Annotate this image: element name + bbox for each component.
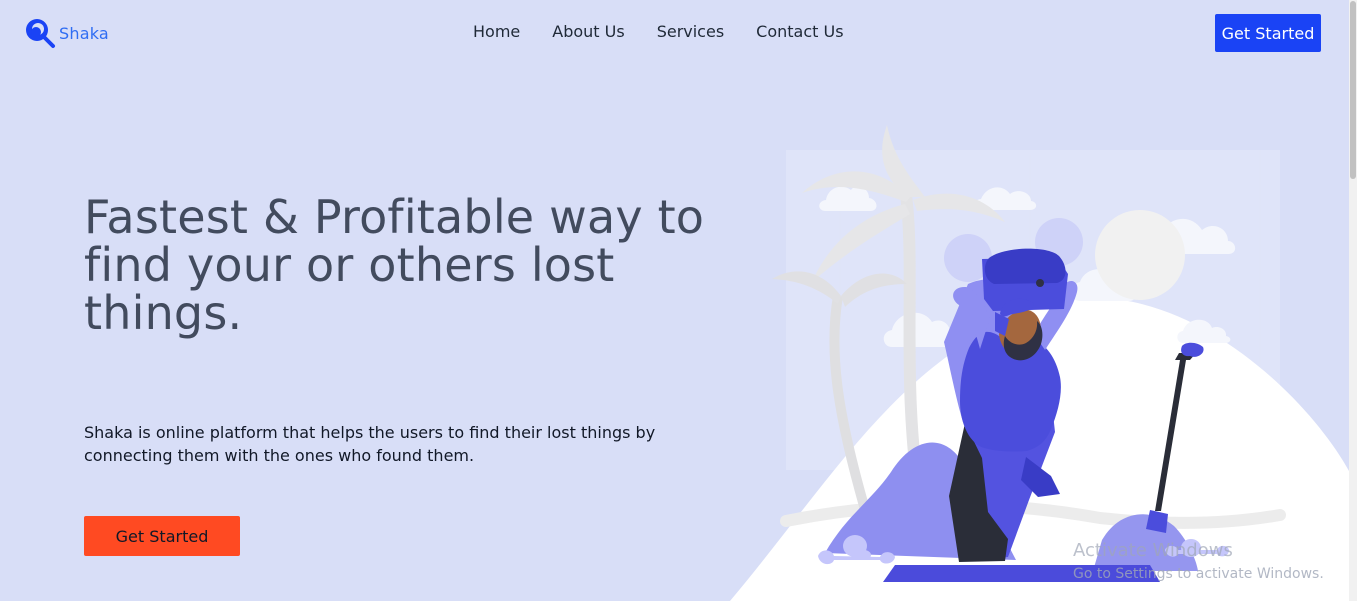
brand-name: Shaka xyxy=(59,23,109,43)
menu-item-services: Services xyxy=(657,22,724,42)
windows-activation-watermark: Activate Windows Go to Settings to activ… xyxy=(1073,541,1324,583)
search-magnifier-icon xyxy=(26,19,55,48)
header-get-started-button[interactable]: Get Started xyxy=(1215,14,1321,52)
treasure-hunter-illustration xyxy=(730,125,1349,601)
hero-title: Fastest & Profitable way to find your or… xyxy=(84,190,705,340)
main-menu: Home About Us Services Contact Us xyxy=(473,22,844,42)
hero-get-started-button[interactable]: Get Started xyxy=(84,516,240,556)
hero-description: Shaka is online platform that helps the … xyxy=(84,423,656,465)
nav-link-contact-us[interactable]: Contact Us xyxy=(756,22,843,42)
nav-link-about-us[interactable]: About Us xyxy=(552,22,624,42)
watermark-title: Activate Windows xyxy=(1073,540,1233,561)
vertical-scrollbar[interactable] xyxy=(1349,0,1357,601)
menu-item-about-us: About Us xyxy=(552,22,624,42)
menu-item-home: Home xyxy=(473,22,520,42)
nav-link-services[interactable]: Services xyxy=(657,22,724,42)
nav-link-home[interactable]: Home xyxy=(473,22,520,42)
watermark-subtitle: Go to Settings to activate Windows. xyxy=(1073,566,1324,582)
scrollbar-thumb[interactable] xyxy=(1350,1,1356,179)
menu-item-contact-us: Contact Us xyxy=(756,22,843,42)
top-navigation: Shaka Home About Us Services Contact Us … xyxy=(0,0,1349,64)
brand-logo[interactable]: Shaka xyxy=(24,17,109,49)
